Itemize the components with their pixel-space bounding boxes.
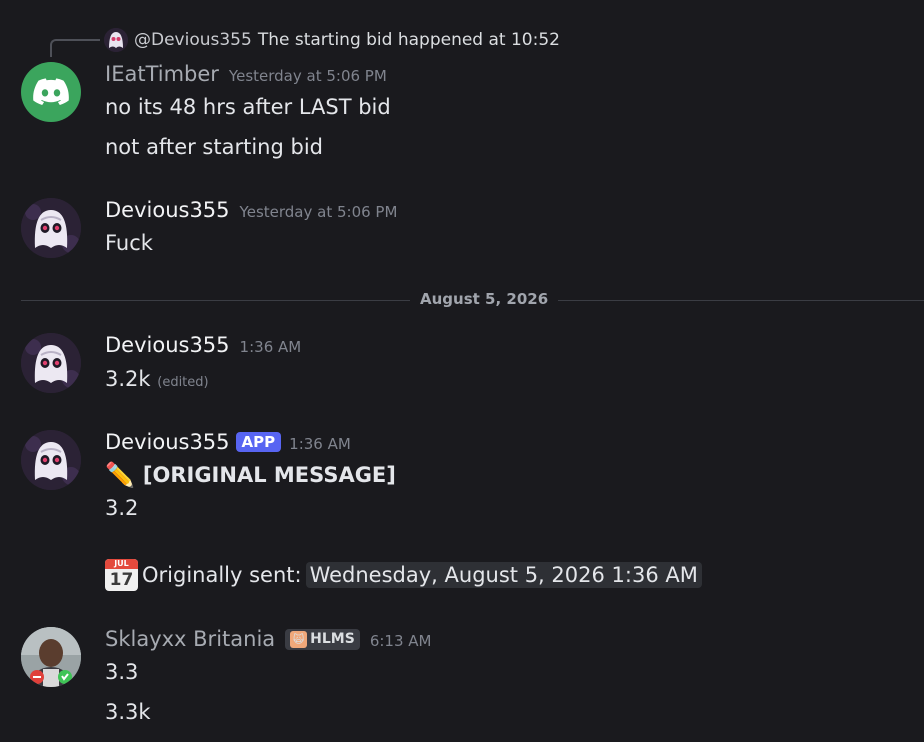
timestamp[interactable]: 1:36 AM (240, 338, 302, 356)
role-tag[interactable]: 🙀 HLMS (285, 628, 360, 650)
timestamp[interactable]: Yesterday at 5:06 PM (229, 67, 387, 85)
avatar[interactable] (21, 333, 81, 393)
username[interactable]: IEatTimber (105, 62, 219, 86)
avatar[interactable] (21, 627, 81, 687)
avatar[interactable] (21, 430, 81, 490)
message-text: Fuck (105, 231, 153, 255)
pencil-icon: ✏️ (105, 461, 135, 489)
message-value: 3.2k (105, 367, 151, 391)
discord-logo-icon (33, 78, 69, 105)
original-message-heading: ✏️ [ORIGINAL MESSAGE] (105, 461, 396, 489)
timestamp[interactable]: 6:13 AM (370, 632, 432, 650)
timestamp[interactable]: Yesterday at 5:06 PM (240, 203, 398, 221)
role-face-icon: 🙀 (290, 630, 308, 648)
username[interactable]: Devious355 (105, 198, 230, 222)
reply-author[interactable]: @Devious355 (134, 30, 252, 50)
message-text: 3.3k (105, 700, 151, 724)
reply-reference[interactable]: @Devious355 The starting bid happened at… (104, 28, 560, 52)
message-text: 3.2k (edited) (105, 367, 209, 391)
user-photo-avatar (21, 627, 81, 687)
reply-avatar-icon (104, 28, 128, 52)
original-message-label: [ORIGINAL MESSAGE] (142, 463, 396, 487)
message-text: not after starting bid (105, 135, 323, 159)
username[interactable]: Sklayxx Britania (105, 627, 275, 651)
chat-messages: @Devious355 The starting bid happened at… (0, 0, 924, 742)
ghost-avatar-icon (21, 333, 81, 393)
username[interactable]: Devious355 (105, 333, 230, 357)
avatar[interactable] (21, 198, 81, 258)
reply-connector (50, 39, 100, 57)
edited-label: (edited) (157, 375, 209, 390)
timestamp-chip[interactable]: Wednesday, August 5, 2026 1:36 AM (305, 562, 702, 588)
ghost-avatar-icon (21, 430, 81, 490)
message-text: 3.3 (105, 660, 139, 684)
app-tag: APP (235, 432, 282, 452)
originally-sent-line: JUL 17 Originally sent: Wednesday, Augus… (105, 559, 702, 591)
timestamp[interactable]: 1:36 AM (289, 435, 351, 453)
date-divider-label: August 5, 2026 (410, 290, 559, 308)
calendar-icon: JUL 17 (105, 559, 138, 591)
ghost-avatar-icon (21, 198, 81, 258)
username[interactable]: Devious355 (105, 430, 230, 454)
calendar-month: JUL (105, 559, 138, 569)
originally-sent-label: Originally sent: (142, 563, 302, 587)
message-text: no its 48 hrs after LAST bid (105, 95, 391, 119)
message-text: 3.2 (105, 496, 139, 520)
role-tag-label: HLMS (310, 631, 355, 647)
avatar[interactable] (21, 62, 81, 122)
calendar-day: 17 (109, 570, 134, 590)
reply-text: The starting bid happened at 10:52 (257, 30, 560, 50)
